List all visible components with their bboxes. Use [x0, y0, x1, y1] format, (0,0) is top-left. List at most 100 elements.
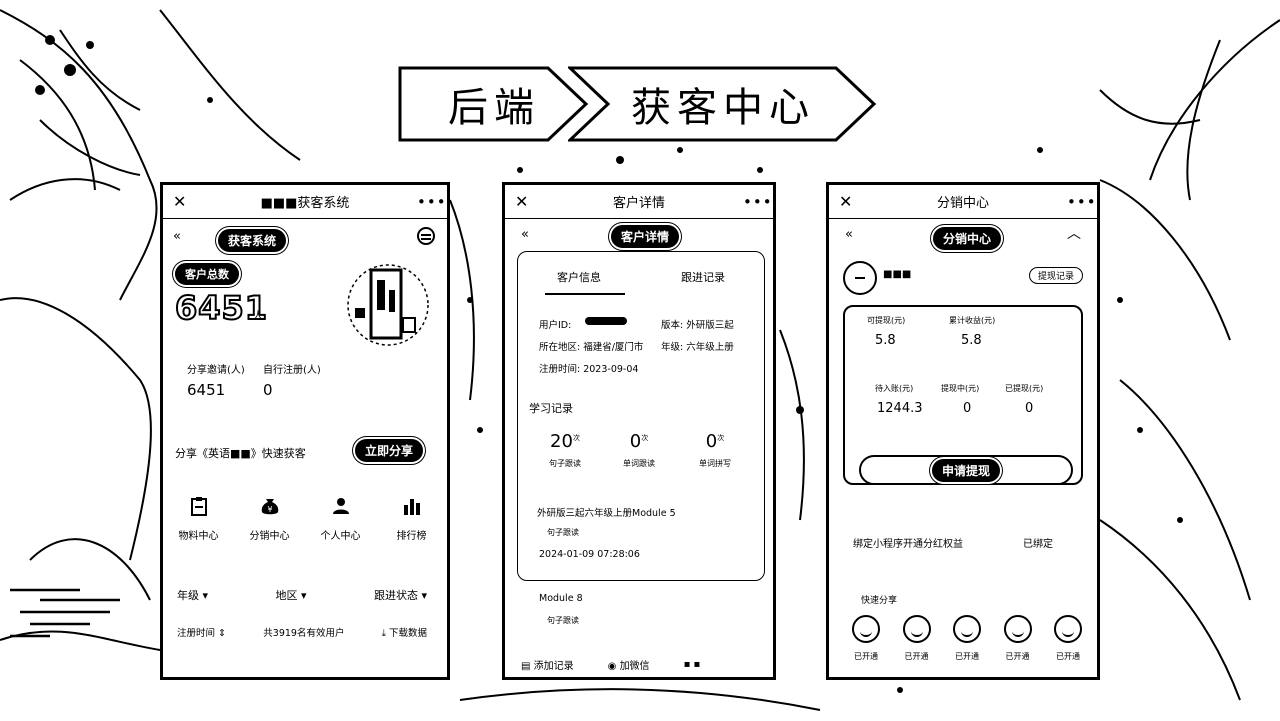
- region-filter[interactable]: 地区 ▾: [275, 587, 306, 603]
- sentence-reading-count: 20: [550, 431, 573, 452]
- pending-value: 1244.3: [877, 401, 923, 416]
- share-status: 已开通: [854, 652, 878, 661]
- region-filter-label: 地区: [275, 589, 298, 602]
- quick-share-title: 快速分享: [861, 596, 898, 606]
- wechat-icon: ◉: [607, 660, 617, 672]
- count-unit: 次: [572, 434, 580, 442]
- close-icon[interactable]: ✕: [173, 192, 193, 211]
- version-info: 版本: 外研版三起: [661, 320, 734, 331]
- status-filter-label: 跟进状态: [373, 589, 418, 602]
- material-center-label: 物料中心: [178, 531, 219, 542]
- share-channel-4[interactable]: 已开通: [999, 615, 1037, 662]
- share-now-button[interactable]: 立即分享: [354, 439, 423, 462]
- add-record-label: 添加记录: [533, 660, 574, 672]
- bar-chart-icon: [401, 495, 423, 517]
- count-unit: 次: [641, 434, 649, 442]
- total-customers-label: 客户总数: [175, 263, 239, 285]
- share-channel-1[interactable]: 已开通: [847, 615, 885, 662]
- share-invite-value: 6451: [187, 381, 226, 399]
- tab-customer-info[interactable]: 客户信息: [557, 269, 601, 285]
- personal-center-label: 个人中心: [320, 531, 361, 542]
- bar-title: 客户详情: [612, 196, 665, 211]
- bind-miniprogram-text: 绑定小程序开通分红权益: [853, 539, 963, 550]
- page-title: 客户详情: [611, 225, 680, 248]
- record-title: Module 8: [539, 593, 583, 604]
- stats-row: 分享邀请(人) 6451 自行注册(人) 0: [175, 353, 435, 423]
- sentence-reading-label: 句子跟读: [549, 459, 581, 468]
- withdrawable-label: 可提现(元): [867, 316, 906, 325]
- filter-row: 年级 ▾ 地区 ▾ 跟进状态 ▾: [177, 587, 427, 603]
- menu-icon[interactable]: [417, 227, 435, 245]
- registration-time: 注册时间: 2023-09-04: [539, 364, 639, 375]
- valid-user-count: 共3919名有效用户: [263, 628, 345, 639]
- svg-text:¥: ¥: [267, 505, 272, 514]
- back-icon[interactable]: «: [173, 229, 181, 244]
- withdrawn-value: 0: [1025, 401, 1034, 416]
- cumulative-value: 5.8: [961, 333, 982, 348]
- pending-label: 待入账(元): [875, 384, 914, 393]
- bind-status: 已绑定: [1023, 539, 1053, 550]
- share-status: 已开通: [904, 652, 929, 661]
- record-title: 外研版三起六年级上册Module 5: [537, 508, 676, 519]
- share-channel-2[interactable]: 已开通: [898, 615, 936, 662]
- material-center-item[interactable]: 物料中心: [167, 495, 231, 542]
- add-wechat-button[interactable]: ◉ 加微信: [608, 657, 650, 672]
- clipboard-icon: [188, 495, 210, 517]
- bar-title: 分销中心: [936, 196, 989, 211]
- close-icon[interactable]: ✕: [515, 192, 535, 211]
- download-icon: ⤓: [381, 628, 386, 639]
- apply-withdraw-button[interactable]: 申请提现: [859, 455, 1073, 485]
- study-records-title: 学习记录: [529, 402, 573, 415]
- page-title: 分销中心: [933, 227, 1002, 250]
- word-reading-count: 0: [629, 431, 642, 452]
- word-reading-label: 单词跟读: [623, 459, 655, 468]
- status-filter[interactable]: 跟进状态 ▾: [374, 587, 427, 603]
- withdrawn-label: 已提现(元): [1005, 384, 1044, 393]
- cumulative-label: 累计收益(元): [949, 316, 996, 325]
- processing-label: 提现中(元): [941, 384, 980, 393]
- chevron-down-icon: ▾: [300, 589, 307, 602]
- share-channel-5[interactable]: 已开通: [1049, 615, 1087, 662]
- close-icon[interactable]: ✕: [839, 192, 859, 211]
- bar-title: ■■■获客系统: [260, 196, 350, 211]
- customer-detail-screen: ✕ 客户详情 ••• « 客户详情 客户信息 跟进记录 用户ID: 版本: 外研…: [502, 182, 776, 680]
- leaderboard-item[interactable]: 排行榜: [380, 495, 444, 542]
- distribution-center-item[interactable]: ¥ 分销中心: [238, 495, 302, 542]
- distribution-center-screen: ✕ 分销中心 ••• « 分销中心 ︿ ■■■ 提现记录 可提现(元) 5.8 …: [826, 182, 1100, 680]
- title-bar: ✕ 分销中心 •••: [829, 185, 1097, 219]
- grade-filter-label: 年级: [177, 589, 199, 602]
- download-data-button[interactable]: ⤓ 下载数据: [382, 625, 427, 639]
- user-name: ■■■: [883, 269, 912, 280]
- page-dots: ▪ ▪: [683, 658, 701, 670]
- more-icon[interactable]: •••: [743, 193, 772, 211]
- record-time: 2024-01-09 07:28:06: [539, 549, 640, 560]
- back-icon[interactable]: «: [521, 227, 529, 242]
- share-status: 已开通: [1056, 652, 1080, 661]
- word-spelling-stat: 0次 单词拼写: [685, 431, 745, 469]
- more-icon[interactable]: •••: [1067, 193, 1096, 211]
- more-icon[interactable]: •••: [417, 193, 446, 211]
- total-customers-unit: 人: [253, 311, 263, 322]
- chevron-down-icon: ▾: [421, 589, 427, 602]
- share-avatar-icon: [953, 615, 981, 643]
- share-avatar-icon: [902, 615, 931, 643]
- add-record-button[interactable]: ▤ 添加记录: [521, 657, 574, 672]
- personal-center-item[interactable]: 个人中心: [309, 495, 373, 542]
- share-status: 已开通: [1005, 652, 1030, 661]
- withdraw-records-button[interactable]: 提现记录: [1028, 267, 1083, 284]
- record-type: 句子跟读: [547, 616, 579, 625]
- add-wechat-label: 加微信: [619, 660, 650, 672]
- grade-filter[interactable]: 年级 ▾: [177, 587, 208, 603]
- sort-by-reg-time[interactable]: 注册时间 ⇕: [177, 625, 226, 639]
- page-title: 获客系统: [218, 229, 287, 252]
- title-bar: ✕ 客户详情 •••: [505, 185, 773, 219]
- action-bar: ▤ 添加记录 ◉ 加微信 ▪ ▪: [505, 649, 773, 677]
- withdrawable-value: 5.8: [875, 333, 896, 348]
- title-bar: ✕ ■■■获客系统 •••: [163, 185, 447, 219]
- share-channel-3[interactable]: 已开通: [948, 615, 986, 662]
- backend-banner: 后端: [398, 66, 590, 142]
- record-type: 句子跟读: [547, 528, 579, 537]
- tab-follow-records[interactable]: 跟进记录: [681, 269, 725, 285]
- function-grid: 物料中心 ¥ 分销中心 个人中心 排行榜: [163, 495, 447, 542]
- back-icon[interactable]: «: [845, 227, 853, 242]
